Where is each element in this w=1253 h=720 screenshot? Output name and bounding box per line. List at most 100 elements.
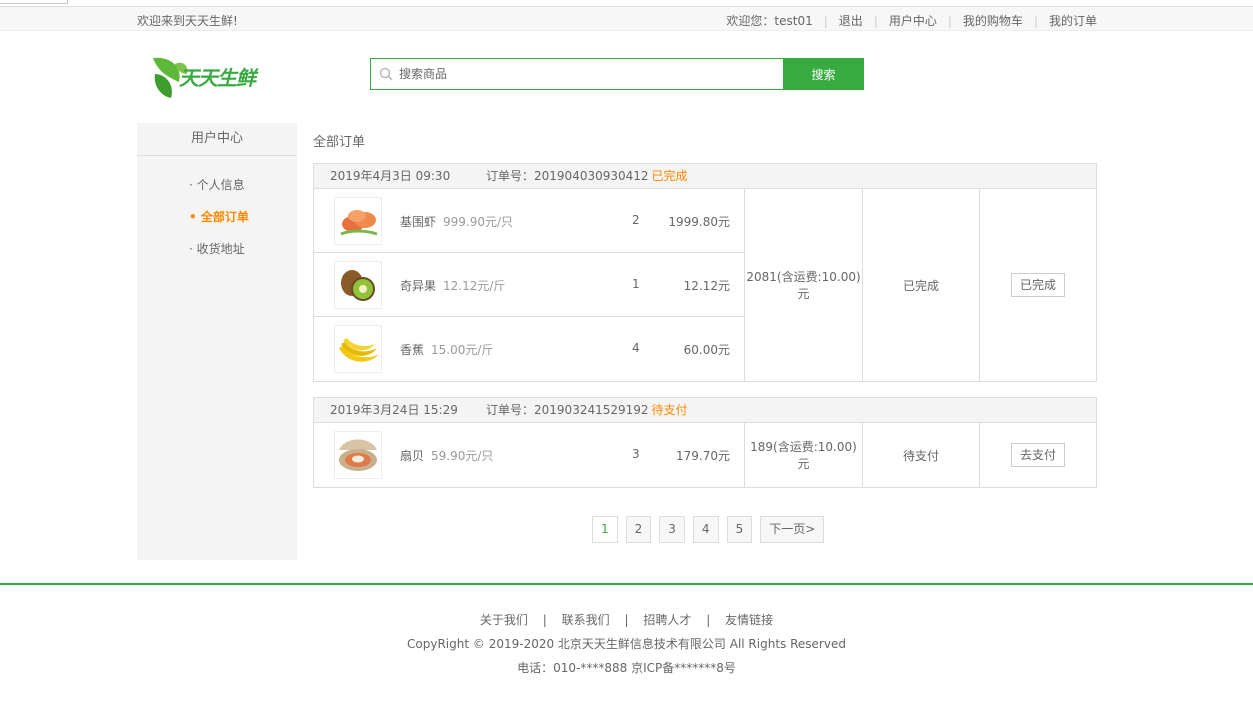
footer-divider bbox=[0, 583, 1253, 585]
order-no: 201904030930412 bbox=[534, 169, 649, 183]
goods-price: 12.12元/斤 bbox=[443, 279, 506, 293]
welcome-text: 欢迎来到天天生鲜! bbox=[137, 14, 238, 28]
order-goods-row: 奇异果 12.12元/斤 1 12.12元 bbox=[314, 253, 744, 317]
order-goods-row: 基围虾 999.90元/只 2 1999.80元 bbox=[314, 189, 744, 253]
separator: | bbox=[624, 613, 629, 627]
goods-name-wrap: 基围虾 999.90元/只 bbox=[400, 213, 513, 230]
user-greeting: 欢迎您：test01 bbox=[726, 14, 813, 28]
goods-name-wrap: 奇异果 12.12元/斤 bbox=[400, 277, 505, 294]
goods-name[interactable]: 香蕉 bbox=[400, 343, 424, 357]
contact-phone: 电话：010-****888 京ICP备*******8号 bbox=[517, 661, 736, 675]
goods-name-wrap: 扇贝 59.90元/只 bbox=[400, 447, 493, 464]
next-page-button[interactable]: 下一页> bbox=[760, 516, 825, 543]
separator: | bbox=[873, 13, 878, 28]
separator: | bbox=[947, 13, 952, 28]
tab-stub bbox=[0, 0, 68, 4]
footer-contact-link[interactable]: 联系我们 bbox=[562, 613, 610, 627]
goods-price: 15.00元/斤 bbox=[431, 343, 494, 357]
page-2[interactable]: 2 bbox=[625, 516, 652, 543]
order-goods-list: 基围虾 999.90元/只 2 1999.80元 奇异果 12.12元/斤 1 12… bbox=[314, 189, 745, 381]
shrimp-icon bbox=[340, 210, 378, 236]
separator: | bbox=[542, 613, 547, 627]
order-no: 201903241529192 bbox=[534, 403, 649, 417]
order-state: 已完成 bbox=[863, 189, 980, 381]
banana-icon bbox=[339, 338, 379, 362]
goods-subtotal: 60.00元 bbox=[683, 343, 730, 357]
goods-thumbnail[interactable] bbox=[334, 261, 382, 309]
order-status-text: 已完成 bbox=[651, 169, 688, 183]
order-amount: 2081(含运费:10.00)元 bbox=[745, 189, 863, 381]
goods-subtotal: 1999.80元 bbox=[668, 215, 730, 229]
pagination: 1 2 3 4 5 下一页> bbox=[592, 516, 832, 543]
scallop-icon bbox=[339, 439, 377, 471]
order-operation: 已完成 bbox=[980, 189, 1096, 381]
copyright-text: CopyRight © 2019-2020 北京天天生鲜信息技术有限公司 All… bbox=[407, 637, 846, 651]
search-button[interactable]: 搜索 bbox=[783, 58, 864, 90]
page-4[interactable]: 4 bbox=[692, 516, 719, 543]
order-goods-row: 扇贝 59.90元/只 3 179.70元 bbox=[314, 423, 744, 487]
goods-quantity: 2 bbox=[632, 213, 640, 227]
order-no-label: 订单号： bbox=[486, 403, 535, 417]
goods-name[interactable]: 扇贝 bbox=[400, 449, 424, 463]
order-no-label: 订单号： bbox=[486, 169, 535, 183]
kiwi-icon bbox=[341, 270, 375, 301]
user-links: 欢迎您：test01 | 退出 | 用户中心 | 我的购物车 | 我的订单 bbox=[726, 12, 1097, 29]
page-3[interactable]: 3 bbox=[659, 516, 685, 543]
order-header: 2019年3月24日 15:29 订单号： 201903241529192 待支… bbox=[314, 398, 1096, 423]
goods-thumbnail[interactable] bbox=[334, 197, 382, 245]
order-date: 2019年4月3日 09:30 bbox=[330, 169, 451, 183]
logout-link[interactable]: 退出 bbox=[839, 12, 863, 29]
order-goods-row: 香蕉 15.00元/斤 4 60.00元 bbox=[314, 317, 744, 381]
goods-quantity: 4 bbox=[632, 341, 640, 355]
order-body: 基围虾 999.90元/只 2 1999.80元 奇异果 12.12元/斤 1 12… bbox=[314, 189, 1096, 381]
goods-quantity: 1 bbox=[632, 277, 640, 291]
search-box bbox=[370, 58, 784, 90]
goods-subtotal: 179.70元 bbox=[676, 449, 730, 463]
goods-name[interactable]: 奇异果 bbox=[400, 279, 436, 293]
cart-link[interactable]: 我的购物车 bbox=[963, 12, 1023, 29]
separator: | bbox=[823, 13, 828, 28]
sidebar-item-all-orders[interactable]: • 全部订单 bbox=[137, 201, 297, 233]
sidebar-item-profile[interactable]: · 个人信息 bbox=[137, 169, 297, 201]
site-logo[interactable]: 天天生鲜 bbox=[149, 52, 274, 102]
separator: | bbox=[1033, 13, 1038, 28]
goods-name-wrap: 香蕉 15.00元/斤 bbox=[400, 341, 493, 358]
sidebar-title: 用户中心 bbox=[137, 123, 297, 156]
user-center-link[interactable]: 用户中心 bbox=[889, 12, 937, 29]
order-state: 待支付 bbox=[863, 423, 980, 487]
footer-friends-link[interactable]: 友情链接 bbox=[725, 613, 773, 627]
order-body: 扇贝 59.90元/只 3 179.70元 189(含运费:10.00)元 待支付… bbox=[314, 423, 1096, 487]
order-operation: 去支付 bbox=[980, 423, 1096, 487]
order-date: 2019年3月24日 15:29 bbox=[330, 403, 458, 417]
logo-text: 天天生鲜 bbox=[179, 66, 256, 90]
order-card: 2019年3月24日 15:29 订单号： 201903241529192 待支… bbox=[313, 397, 1097, 488]
order-completed-button[interactable]: 已完成 bbox=[1010, 273, 1065, 297]
sidebar-menu: · 个人信息 • 全部订单 · 收货地址 bbox=[137, 169, 297, 265]
goods-name[interactable]: 基围虾 bbox=[400, 215, 436, 229]
goods-quantity: 3 bbox=[632, 447, 640, 461]
page-title: 全部订单 bbox=[313, 135, 366, 150]
page-1[interactable]: 1 bbox=[592, 516, 618, 543]
order-amount: 189(含运费:10.00)元 bbox=[745, 423, 863, 487]
order-status-text: 待支付 bbox=[651, 403, 688, 417]
user-center-sidebar: 用户中心 · 个人信息 • 全部订单 · 收货地址 bbox=[137, 123, 297, 560]
footer-about-link[interactable]: 关于我们 bbox=[480, 613, 528, 627]
goods-subtotal: 12.12元 bbox=[683, 279, 730, 293]
search-input[interactable] bbox=[399, 59, 779, 89]
sidebar-item-address[interactable]: · 收货地址 bbox=[137, 233, 297, 265]
top-header-bar: 欢迎来到天天生鲜! 欢迎您：test01 | 退出 | 用户中心 | 我的购物车… bbox=[0, 7, 1253, 31]
goods-thumbnail[interactable] bbox=[334, 431, 382, 479]
page-5[interactable]: 5 bbox=[726, 516, 753, 543]
browser-top-strip bbox=[0, 0, 1253, 7]
footer-links: 关于我们 | 联系我们 | 招聘人才 | 友情链接 bbox=[0, 611, 1253, 628]
separator: | bbox=[706, 613, 711, 627]
footer-jobs-link[interactable]: 招聘人才 bbox=[643, 613, 691, 627]
goods-price: 59.90元/只 bbox=[431, 449, 494, 463]
goods-thumbnail[interactable] bbox=[334, 325, 382, 373]
orders-link[interactable]: 我的订单 bbox=[1049, 12, 1097, 29]
goods-price: 999.90元/只 bbox=[443, 215, 514, 229]
pay-button[interactable]: 去支付 bbox=[1010, 443, 1065, 467]
order-card: 2019年4月3日 09:30 订单号： 201904030930412 已完成… bbox=[313, 163, 1097, 382]
order-header: 2019年4月3日 09:30 订单号： 201904030930412 已完成 bbox=[314, 164, 1096, 189]
order-goods-list: 扇贝 59.90元/只 3 179.70元 bbox=[314, 423, 745, 487]
